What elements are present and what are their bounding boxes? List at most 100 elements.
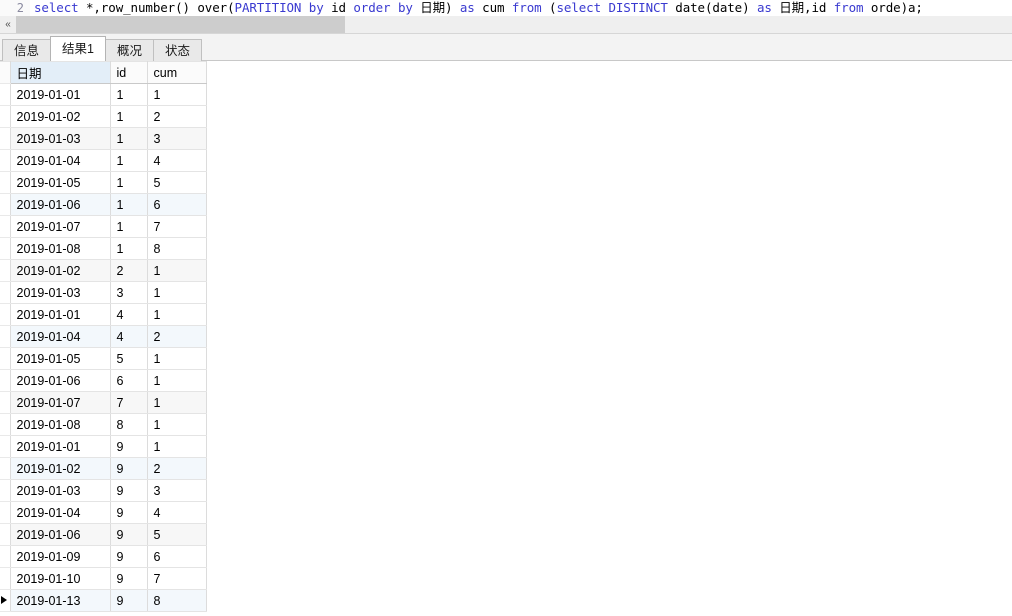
cell-date[interactable]: 2019-01-02: [10, 105, 111, 128]
cell-id[interactable]: 9: [110, 589, 148, 612]
cell-cum[interactable]: 1: [147, 347, 207, 370]
cell-id[interactable]: 9: [110, 479, 148, 502]
cell-date[interactable]: 2019-01-08: [10, 237, 111, 260]
cell-date[interactable]: 2019-01-01: [10, 435, 111, 458]
row-selector-gutter[interactable]: [0, 479, 11, 502]
column-header-cum[interactable]: cum: [147, 61, 207, 84]
table-row[interactable]: 2019-01-06 1 6: [0, 193, 207, 216]
scroll-left-chevron-icon[interactable]: «: [0, 16, 16, 33]
table-row[interactable]: 2019-01-03 9 3: [0, 479, 207, 502]
table-row[interactable]: 2019-01-06 6 1: [0, 369, 207, 392]
cell-cum[interactable]: 8: [147, 237, 207, 260]
cell-id[interactable]: 9: [110, 523, 148, 546]
cell-cum[interactable]: 5: [147, 523, 207, 546]
cell-date[interactable]: 2019-01-06: [10, 193, 111, 216]
cell-id[interactable]: 9: [110, 435, 148, 458]
table-row[interactable]: 2019-01-08 1 8: [0, 237, 207, 260]
cell-id[interactable]: 1: [110, 237, 148, 260]
cell-cum[interactable]: 4: [147, 149, 207, 172]
row-selector-gutter[interactable]: [0, 347, 11, 370]
table-row[interactable]: 2019-01-06 9 5: [0, 523, 207, 546]
row-selector-gutter[interactable]: [0, 435, 11, 458]
horizontal-scrollbar[interactable]: «: [0, 16, 1012, 34]
row-selector-gutter[interactable]: [0, 281, 11, 304]
cell-date[interactable]: 2019-01-03: [10, 281, 111, 304]
cell-date[interactable]: 2019-01-04: [10, 325, 111, 348]
cell-id[interactable]: 3: [110, 281, 148, 304]
row-selector-gutter[interactable]: [0, 193, 11, 216]
table-row[interactable]: 2019-01-02 2 1: [0, 259, 207, 282]
tab-4[interactable]: 状态: [152, 39, 202, 61]
cell-id[interactable]: 7: [110, 391, 148, 414]
scrollbar-track[interactable]: [16, 16, 1012, 33]
cell-date[interactable]: 2019-01-07: [10, 215, 111, 238]
cell-cum[interactable]: 6: [147, 193, 207, 216]
row-selector-gutter[interactable]: [0, 567, 11, 590]
row-selector-gutter[interactable]: [0, 149, 11, 172]
table-row[interactable]: 2019-01-04 4 2: [0, 325, 207, 348]
cell-id[interactable]: 1: [110, 149, 148, 172]
column-header-id[interactable]: id: [110, 61, 148, 84]
row-selector-gutter[interactable]: [0, 413, 11, 436]
cell-id[interactable]: 9: [110, 567, 148, 590]
cell-date[interactable]: 2019-01-03: [10, 479, 111, 502]
cell-date[interactable]: 2019-01-04: [10, 501, 111, 524]
table-row[interactable]: 2019-01-01 4 1: [0, 303, 207, 326]
row-selector-gutter[interactable]: [0, 501, 11, 524]
cell-date[interactable]: 2019-01-07: [10, 391, 111, 414]
row-selector-gutter[interactable]: [0, 545, 11, 568]
table-row[interactable]: 2019-01-05 5 1: [0, 347, 207, 370]
row-selector-gutter[interactable]: [0, 325, 11, 348]
row-selector-gutter[interactable]: [0, 303, 11, 326]
cell-id[interactable]: 9: [110, 457, 148, 480]
cell-cum[interactable]: 3: [147, 127, 207, 150]
tab-3[interactable]: 概况: [104, 39, 154, 61]
cell-id[interactable]: 2: [110, 259, 148, 282]
sql-statement-text[interactable]: select *,row_number() over(PARTITION by …: [30, 0, 923, 16]
cell-date[interactable]: 2019-01-08: [10, 413, 111, 436]
cell-cum[interactable]: 1: [147, 369, 207, 392]
cell-id[interactable]: 1: [110, 193, 148, 216]
cell-date[interactable]: 2019-01-05: [10, 171, 111, 194]
cell-id[interactable]: 9: [110, 501, 148, 524]
cell-cum[interactable]: 1: [147, 303, 207, 326]
row-selector-gutter[interactable]: [0, 215, 11, 238]
results-table[interactable]: 日期 id cum 2019-01-01 1 1 2019-01-02 1 2 2019-0…: [0, 61, 207, 612]
table-row[interactable]: 2019-01-03 3 1: [0, 281, 207, 304]
tab-2-active[interactable]: 结果1: [50, 36, 106, 61]
table-row[interactable]: 2019-01-01 1 1: [0, 83, 207, 106]
cell-date[interactable]: 2019-01-05: [10, 347, 111, 370]
row-selector-gutter[interactable]: [0, 589, 11, 612]
cell-date[interactable]: 2019-01-01: [10, 83, 111, 106]
cell-cum[interactable]: 2: [147, 325, 207, 348]
row-selector-gutter[interactable]: [0, 259, 11, 282]
cell-id[interactable]: 5: [110, 347, 148, 370]
cell-id[interactable]: 8: [110, 413, 148, 436]
results-grid-container[interactable]: 日期 id cum 2019-01-01 1 1 2019-01-02 1 2 2019-0…: [0, 61, 1012, 616]
cell-id[interactable]: 1: [110, 127, 148, 150]
cell-id[interactable]: 4: [110, 325, 148, 348]
row-selector-gutter[interactable]: [0, 105, 11, 128]
cell-date[interactable]: 2019-01-03: [10, 127, 111, 150]
cell-id[interactable]: 1: [110, 215, 148, 238]
row-selector-gutter[interactable]: [0, 523, 11, 546]
table-row[interactable]: 2019-01-13 9 8: [0, 589, 207, 612]
table-row[interactable]: 2019-01-05 1 5: [0, 171, 207, 194]
cell-date[interactable]: 2019-01-06: [10, 369, 111, 392]
sql-editor-line[interactable]: 2 select *,row_number() over(PARTITION b…: [0, 0, 1012, 16]
cell-id[interactable]: 1: [110, 83, 148, 106]
row-selector-gutter[interactable]: [0, 457, 11, 480]
row-selector-gutter[interactable]: [0, 391, 11, 414]
table-row[interactable]: 2019-01-02 9 2: [0, 457, 207, 480]
table-row[interactable]: 2019-01-01 9 1: [0, 435, 207, 458]
cell-id[interactable]: 1: [110, 171, 148, 194]
cell-id[interactable]: 4: [110, 303, 148, 326]
table-row[interactable]: 2019-01-09 9 6: [0, 545, 207, 568]
cell-cum[interactable]: 7: [147, 215, 207, 238]
table-row[interactable]: 2019-01-04 1 4: [0, 149, 207, 172]
cell-date[interactable]: 2019-01-06: [10, 523, 111, 546]
result-tabstrip[interactable]: 信息 结果1 概况 状态: [0, 34, 1012, 61]
table-row[interactable]: 2019-01-08 8 1: [0, 413, 207, 436]
cell-cum[interactable]: 5: [147, 171, 207, 194]
cell-id[interactable]: 6: [110, 369, 148, 392]
